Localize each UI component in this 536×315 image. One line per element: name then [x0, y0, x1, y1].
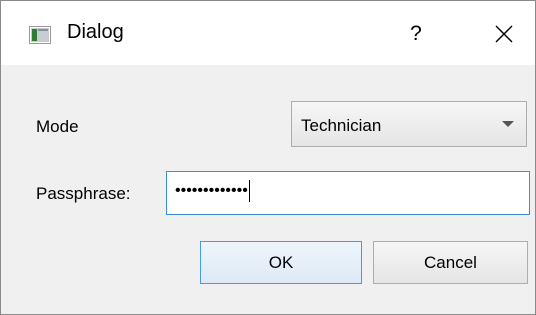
passphrase-masked-value: •••••••••••••	[175, 180, 250, 202]
mode-dropdown[interactable]: Technician	[291, 101, 527, 147]
ok-button[interactable]: OK	[200, 241, 362, 284]
passphrase-label: Passphrase:	[36, 184, 131, 203]
text-caret	[248, 180, 250, 202]
mode-selected-value: Technician	[301, 116, 382, 135]
chevron-down-icon	[502, 121, 514, 127]
passphrase-input[interactable]: •••••••••••••	[166, 171, 530, 215]
window-title: Dialog	[67, 21, 124, 43]
mode-label: Mode	[36, 117, 79, 136]
window-app-icon	[29, 26, 51, 44]
help-button[interactable]: ?	[399, 17, 433, 51]
close-icon[interactable]	[487, 17, 521, 51]
title-bar[interactable]: Dialog ?	[1, 1, 535, 65]
cancel-button[interactable]: Cancel	[373, 241, 528, 284]
dialog-window: Dialog ? Mode Technician Passphrase: •••…	[0, 0, 536, 315]
passphrase-dots: •••••••••••••	[175, 182, 248, 200]
